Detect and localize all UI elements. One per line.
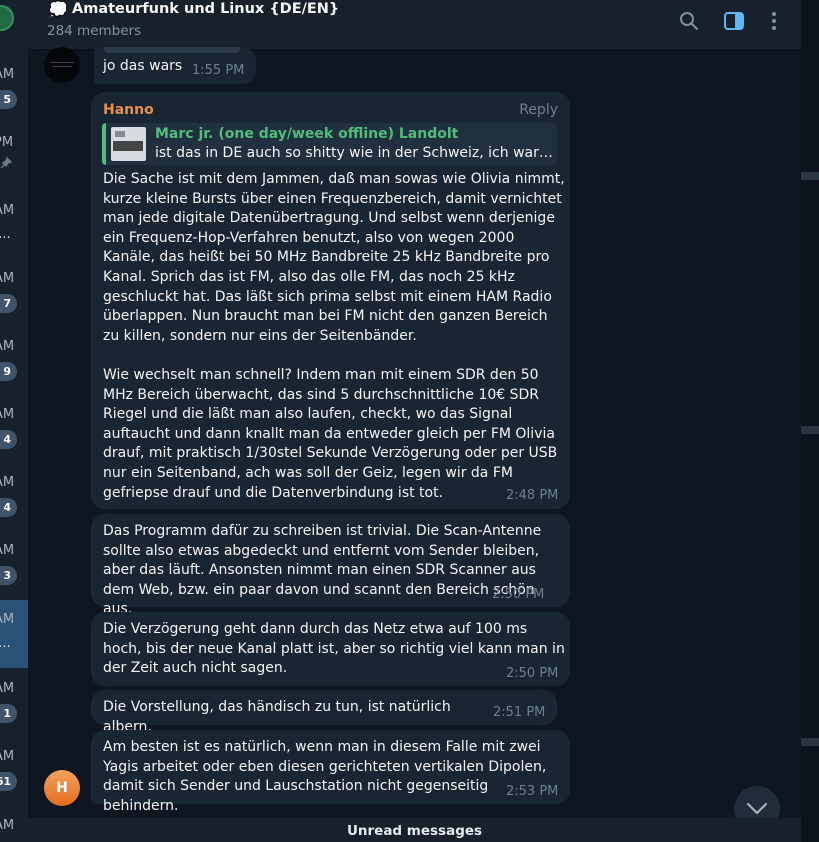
chat-time: PM	[0, 135, 14, 150]
unread-badge: 4	[0, 498, 17, 517]
pin-icon	[0, 156, 13, 173]
chat-time: AM	[0, 612, 15, 627]
chevron-down-icon	[746, 802, 768, 815]
chat-time: AM	[0, 749, 15, 764]
chat-time: AM	[0, 818, 15, 833]
chat-list-item[interactable]: AM 4	[0, 463, 28, 531]
chat-time: AM	[0, 271, 15, 286]
avatar[interactable]: H	[44, 770, 80, 806]
message-text: Am besten ist es natürlich, wenn man in …	[103, 739, 547, 814]
message-time: 2:50 PM	[506, 666, 559, 681]
chat-list-strip: AM 5 PM AM n... AM 7 AM 9 AM 4 AM 4 AM 3…	[0, 0, 28, 842]
reply-button[interactable]: Reply	[519, 102, 558, 118]
more-vertical-icon[interactable]	[763, 10, 785, 32]
chat-list-item[interactable]: AM 61	[0, 737, 28, 805]
message-text: jo das wars	[103, 58, 183, 74]
unread-badge: 4	[0, 430, 17, 449]
chat-time: AM	[0, 407, 15, 422]
search-icon[interactable]	[678, 10, 700, 32]
message-bubble[interactable]: Die Vorstellung, das händisch zu tun, is…	[91, 690, 557, 735]
chat-list-item[interactable]: AM 4	[0, 395, 28, 463]
chat-list-item[interactable]: AM n...	[0, 191, 28, 259]
member-count: 284 members	[47, 23, 142, 39]
message-bubble[interactable]: Hanno Reply Marc jr. (one day/week offli…	[91, 92, 570, 509]
message-text: Die Verzögerung geht dann durch das Netz…	[103, 621, 565, 677]
unread-badge: 7	[0, 294, 17, 313]
chat-preview: n...	[0, 227, 11, 242]
chat-list-item[interactable]: AM 9	[0, 327, 28, 395]
chat-header[interactable]: 💭 Amateurfunk und Linux {DE/EN} 284 memb…	[28, 0, 801, 50]
unread-label: Unread messages	[346, 823, 483, 839]
message-time: 1:55 PM	[192, 63, 245, 78]
chat-time: AM	[0, 475, 15, 490]
chat-time: AM	[0, 543, 15, 558]
sender-name[interactable]: Hanno	[103, 102, 154, 118]
message-text: Das Programm dafür zu schreiben ist triv…	[103, 523, 542, 618]
unread-badge: 9	[0, 362, 17, 381]
quote-thumbnail	[111, 127, 146, 161]
message-time: 2:50 PM	[492, 587, 545, 602]
chat-list-item[interactable]: AM	[0, 806, 28, 842]
unread-badge: 1	[0, 704, 17, 723]
unread-badge: 3	[0, 566, 17, 585]
chat-time: AM	[0, 339, 15, 354]
chat-avatar[interactable]	[0, 5, 14, 31]
chat-time: AM	[0, 67, 15, 82]
message-bubble[interactable]: jo das wars 1:55 PM	[94, 47, 256, 84]
message-bubble[interactable]: Die Verzögerung geht dann durch das Netz…	[91, 612, 570, 686]
unread-messages-bar: Unread messages	[28, 818, 801, 842]
unread-badge: 61	[0, 772, 17, 791]
quote-author: Marc jr. (one day/week offline) Landolt	[155, 126, 459, 142]
quote-text: ist das in DE auch so shitty wie in der …	[155, 145, 553, 161]
chat-list-item[interactable]: AM 3	[0, 531, 28, 599]
chat-list-item[interactable]: AM 1	[0, 669, 28, 737]
group-emoji: 💭	[48, 0, 68, 19]
message-bubble[interactable]: Das Programm dafür zu schreiben ist triv…	[91, 514, 570, 617]
message-time: 2:53 PM	[506, 784, 559, 799]
chat-list-item[interactable]: AM 7	[0, 259, 28, 327]
chat-time: AM	[0, 203, 15, 218]
scrollbar[interactable]	[801, 0, 819, 842]
chat-list-item[interactable]: PM	[0, 123, 28, 191]
chat-time: AM	[0, 681, 15, 696]
chat-title[interactable]: Amateurfunk und Linux {DE/EN}	[72, 1, 339, 17]
chat-list-item-active[interactable]: AM n...	[0, 600, 28, 668]
message-text: Die Sache ist mit dem Jammen, daß man so…	[103, 171, 565, 501]
message-bubble[interactable]: Am besten ist es natürlich, wenn man in …	[91, 730, 570, 814]
avatar[interactable]	[44, 47, 80, 83]
chat-list-item[interactable]: AM 5	[0, 55, 28, 123]
reply-quote[interactable]: Marc jr. (one day/week offline) Landolt …	[102, 123, 557, 165]
message-time: 2:51 PM	[493, 705, 546, 720]
sidebar-toggle-icon[interactable]	[723, 10, 745, 32]
chat-preview: n...	[0, 636, 11, 651]
message-time: 2:48 PM	[506, 488, 559, 503]
unread-badge: 5	[0, 90, 17, 109]
